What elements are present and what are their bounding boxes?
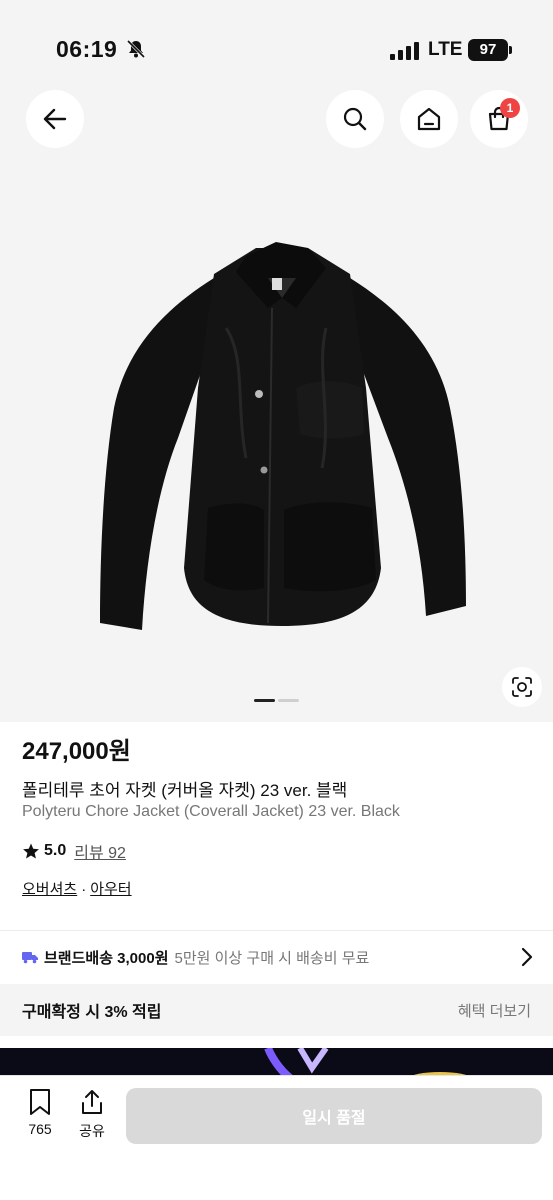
cart-button[interactable] <box>470 90 528 148</box>
rating-row: 5.0 리뷰 92 <box>22 839 126 863</box>
shipping-condition: 5만원 이상 구매 시 배송비 무료 <box>174 949 370 967</box>
status-time: 06:19 <box>56 36 118 62</box>
search-button[interactable] <box>326 90 384 148</box>
reward-more-link[interactable]: 혜택 더보기 <box>458 1000 531 1021</box>
home-icon <box>417 107 441 131</box>
signal-icon <box>390 42 419 60</box>
bookmark-icon <box>30 1089 50 1115</box>
gallery-dot[interactable] <box>278 699 299 702</box>
reward-row[interactable]: 구매확정 시 3% 적립 혜택 더보기 <box>0 984 553 1036</box>
image-search-button[interactable] <box>502 667 542 707</box>
review-link[interactable]: 리뷰 92 <box>74 839 126 863</box>
battery-indicator: 97 <box>468 39 508 61</box>
bell-slash-icon <box>126 39 146 59</box>
category-link-outer[interactable]: 아우터 <box>90 881 131 898</box>
shipping-label: 브랜드배송 3,000원 <box>44 949 169 967</box>
reward-text: 구매확정 시 3% 적립 <box>22 1004 162 1021</box>
product-gallery[interactable]: 1 <box>0 80 553 722</box>
bottom-action-bar: 765 공유 일시 품절 <box>0 1075 553 1200</box>
sold-out-button[interactable]: 일시 품절 <box>126 1088 542 1144</box>
back-button[interactable] <box>26 90 84 148</box>
rating-value: 5.0 <box>44 842 67 859</box>
camera-lens-icon <box>512 677 532 697</box>
star-icon <box>23 843 39 859</box>
arrow-left-icon <box>43 108 67 130</box>
shipping-info-row[interactable]: 브랜드배송 3,000원 5만원 이상 구매 시 배송비 무료 <box>0 931 553 983</box>
truck-icon <box>22 952 38 964</box>
product-title-ko: 폴리테루 초어 자켓 (커버올 자켓) 23 ver. 블랙 <box>22 781 348 800</box>
product-price: 247,000원 <box>22 738 131 765</box>
banner-graphic <box>264 1048 470 1078</box>
product-image <box>100 242 466 630</box>
header-actions <box>326 90 528 148</box>
share-label: 공유 <box>79 1123 105 1139</box>
home-button[interactable] <box>400 90 458 148</box>
promo-banner[interactable] <box>0 1048 553 1078</box>
category-separator: · <box>81 881 87 898</box>
gallery-dot-active <box>254 699 275 702</box>
status-bar: 06:19 LTE 97 <box>0 0 553 80</box>
bookmark-button[interactable]: 765 <box>20 1088 60 1137</box>
bookmark-count: 765 <box>28 1121 52 1137</box>
category-link-overshirt[interactable]: 오버셔츠 <box>22 881 77 898</box>
battery-tip <box>509 46 512 54</box>
share-button[interactable]: 공유 <box>72 1088 112 1141</box>
chevron-right-icon <box>521 947 533 967</box>
network-label: LTE <box>428 39 463 60</box>
search-icon <box>343 107 367 131</box>
cart-count-badge: 1 <box>500 98 520 118</box>
category-breadcrumb: 오버셔츠 · 아우터 <box>22 878 132 899</box>
product-title-en: Polyteru Chore Jacket (Coverall Jacket) … <box>22 803 400 820</box>
share-icon <box>82 1090 102 1114</box>
